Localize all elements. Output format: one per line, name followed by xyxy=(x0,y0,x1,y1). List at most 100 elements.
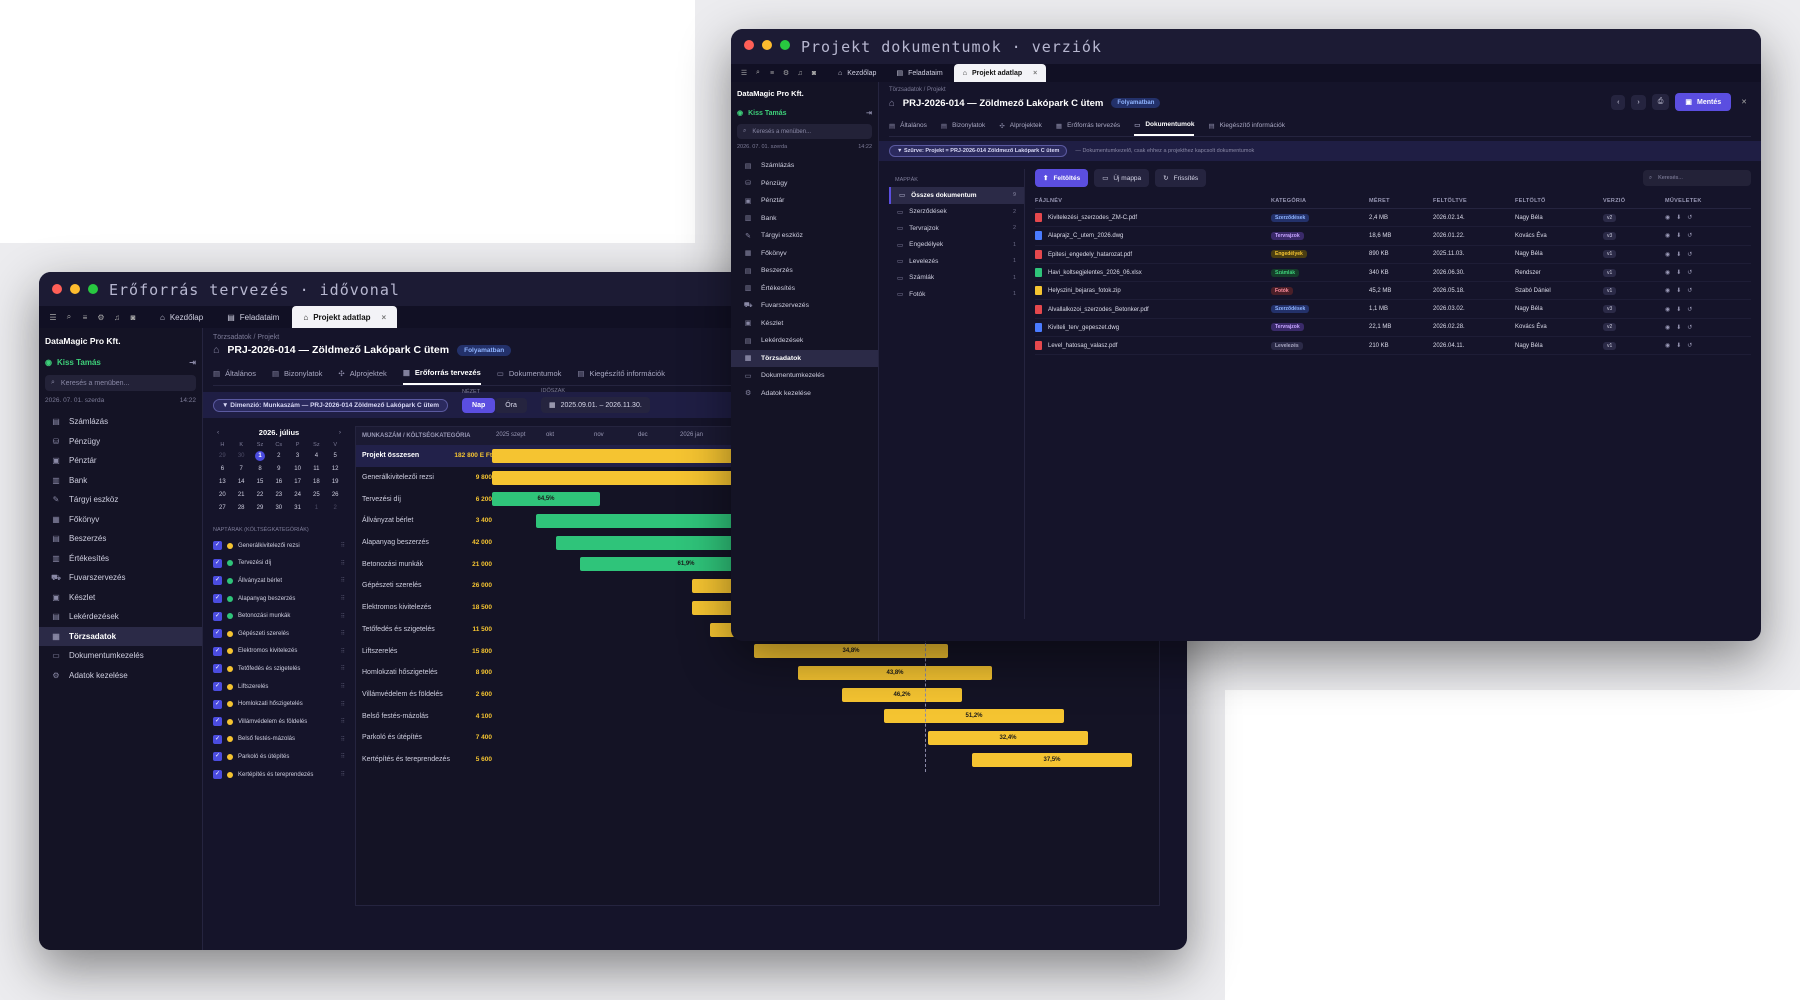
eye-icon[interactable]: ◉ xyxy=(1665,287,1670,294)
calendar-day[interactable]: 7 xyxy=(232,464,251,474)
drag-handle-icon[interactable]: ⠿ xyxy=(341,771,345,778)
table-row[interactable]: Helyszini_bejaras_fotok.zip Fotók 45,2 MB 2… xyxy=(1035,282,1751,301)
menu-icon[interactable]: ☰ xyxy=(45,313,61,322)
sidebar-item-2[interactable]: ▣ Pénztár xyxy=(731,192,878,210)
category-item[interactable]: ✓ Alapanyag beszerzés ⠿ xyxy=(213,590,345,608)
download-icon[interactable]: ⬇ xyxy=(1676,251,1681,258)
prev-record-button[interactable]: ‹ xyxy=(1611,94,1626,110)
gantt-row[interactable]: Kertépítés és tereprendezés 5 600 37,5% xyxy=(356,749,1159,771)
sidebar-item-8[interactable]: ⛟ Fuvarszervezés xyxy=(39,568,202,588)
calendar-day[interactable]: 15 xyxy=(251,477,270,487)
table-row[interactable]: Level_hatosag_valasz.pdf Levelezés 210 KB 2… xyxy=(1035,337,1751,356)
document-search-input[interactable]: ⌕ Keresés... xyxy=(1643,170,1751,186)
calendar-day[interactable]: 21 xyxy=(232,490,251,500)
sidebar-item-12[interactable]: ▭ Dokumentumkezelés xyxy=(39,646,202,666)
upload-button[interactable]: ⬆ Feltöltés xyxy=(1035,169,1089,187)
category-item[interactable]: ✓ Állványzat bérlet ⠿ xyxy=(213,572,345,590)
eye-icon[interactable]: ◉ xyxy=(1665,269,1670,276)
category-item[interactable]: ✓ Tervezési díj ⠿ xyxy=(213,555,345,573)
checkbox-checked-icon[interactable]: ✓ xyxy=(213,664,222,674)
folder-item[interactable]: ▭ Összes dokumentum 9 xyxy=(889,187,1024,204)
sidebar-item-6[interactable]: ▤ Beszerzés xyxy=(39,529,202,549)
checkbox-checked-icon[interactable]: ✓ xyxy=(213,629,222,639)
download-icon[interactable]: ⬇ xyxy=(1676,306,1681,313)
drag-handle-icon[interactable]: ⠿ xyxy=(341,718,345,725)
history-icon[interactable]: ↺ xyxy=(1687,306,1692,313)
folder-item[interactable]: ▭ Fotók 1 xyxy=(889,286,1024,303)
drag-handle-icon[interactable]: ⠿ xyxy=(341,595,345,602)
view-hour-button[interactable]: Óra xyxy=(495,397,527,413)
download-icon[interactable]: ⬇ xyxy=(1676,324,1681,331)
print-button[interactable]: ⎙ xyxy=(1651,94,1670,110)
gantt-bar[interactable]: 34,8% xyxy=(754,644,948,659)
subtab-2[interactable]: ✣ Alprojektek xyxy=(999,115,1042,136)
history-icon[interactable]: ↺ xyxy=(1687,324,1692,331)
sidebar-item-8[interactable]: ⛟ Fuvarszervezés xyxy=(731,297,878,315)
drag-handle-icon[interactable]: ⠿ xyxy=(341,648,345,655)
sidebar-item-7[interactable]: ▥ Értékesítés xyxy=(731,280,878,298)
bell-icon[interactable]: ♫ xyxy=(793,70,807,77)
user-name[interactable]: ◉ Kiss Tamás ⇥ xyxy=(45,358,196,367)
calendar-day[interactable]: 8 xyxy=(251,464,270,474)
history-icon[interactable]: ↺ xyxy=(1687,232,1692,239)
calendar-day[interactable]: 24 xyxy=(288,490,307,500)
category-item[interactable]: ✓ Tetőfedés és szigetelés ⠿ xyxy=(213,660,345,678)
download-icon[interactable]: ⬇ xyxy=(1676,214,1681,221)
download-icon[interactable]: ⬇ xyxy=(1676,342,1681,349)
checkbox-checked-icon[interactable]: ✓ xyxy=(213,734,222,744)
close-dot[interactable] xyxy=(52,284,62,294)
sidebar-item-3[interactable]: ▥ Bank xyxy=(731,210,878,228)
gantt-row[interactable]: Belső festés-mázolás 4 100 51,2% xyxy=(356,705,1159,727)
drag-handle-icon[interactable]: ⠿ xyxy=(341,753,345,760)
subtab-0[interactable]: ▤ Általános xyxy=(889,115,927,136)
calendar-day[interactable]: 22 xyxy=(251,490,270,500)
drag-handle-icon[interactable]: ⠿ xyxy=(341,560,345,567)
sidebar-item-1[interactable]: ⛁ Pénzügy xyxy=(731,175,878,193)
history-icon[interactable]: ↺ xyxy=(1687,269,1692,276)
folder-item[interactable]: ▭ Levelezés 1 xyxy=(889,253,1024,270)
category-item[interactable]: ✓ Liftszerelés ⠿ xyxy=(213,678,345,696)
calendar-day[interactable]: 14 xyxy=(232,477,251,487)
column-header[interactable]: FELTÖLTVE xyxy=(1433,198,1515,204)
save-button[interactable]: ▣ Mentés xyxy=(1675,93,1732,111)
gantt-bar[interactable]: 32,4% xyxy=(928,730,1088,745)
checkbox-checked-icon[interactable]: ✓ xyxy=(213,752,222,762)
drag-handle-icon[interactable]: ⠿ xyxy=(341,630,345,637)
table-row[interactable]: Epitesi_engedely_hatarozat.pdf Engedélyek… xyxy=(1035,246,1751,264)
gantt-bar[interactable]: 64,5% xyxy=(492,492,600,507)
checkbox-checked-icon[interactable]: ✓ xyxy=(213,682,222,692)
tab-home[interactable]: ⌂ Kezdőlap xyxy=(829,64,885,82)
close-icon[interactable]: ✕ xyxy=(1737,98,1751,106)
category-item[interactable]: ✓ Gépészeti szerelés ⠿ xyxy=(213,625,345,643)
next-record-button[interactable]: › xyxy=(1631,94,1646,110)
table-row[interactable]: Alvallalkozoi_szerzodes_Betonker.pdf Szer… xyxy=(1035,300,1751,319)
sidebar-item-10[interactable]: ▤ Lekérdezések xyxy=(731,332,878,350)
new-folder-button[interactable]: ▭ Új mappa xyxy=(1094,169,1150,187)
subtab-3[interactable]: ▦ Erőforrás tervezés xyxy=(1056,115,1120,136)
calendar-day[interactable]: 2 xyxy=(326,503,345,513)
gantt-row[interactable]: Liftszerelés 15 800 34,8% xyxy=(356,640,1159,662)
calendar-day[interactable]: 13 xyxy=(213,477,232,487)
column-header[interactable]: FÁJLNÉV xyxy=(1035,198,1271,204)
gantt-bar[interactable]: 43,8% xyxy=(798,665,992,680)
calendar-day[interactable]: 26 xyxy=(326,490,345,500)
tab-project[interactable]: ⌂ Projekt adatlap × xyxy=(953,64,1047,82)
sidebar-item-11[interactable]: ▦ Törzsadatok xyxy=(39,626,202,646)
calendar-day[interactable]: 16 xyxy=(269,477,288,487)
subtab-4[interactable]: ▭ Dokumentumok xyxy=(1134,115,1195,136)
drag-handle-icon[interactable]: ⠿ xyxy=(341,701,345,708)
sidebar-item-6[interactable]: ▤ Beszerzés xyxy=(731,262,878,280)
checkbox-checked-icon[interactable]: ✓ xyxy=(213,646,222,656)
tab-close-icon[interactable]: × xyxy=(1033,70,1037,77)
calendar-day[interactable]: 12 xyxy=(326,464,345,474)
category-item[interactable]: ✓ Betonozási munkák ⠿ xyxy=(213,607,345,625)
sidebar-item-11[interactable]: ▦ Törzsadatok xyxy=(731,349,878,367)
calendar-day[interactable]: 4 xyxy=(307,451,326,461)
calendar-day[interactable]: 28 xyxy=(232,503,251,513)
sidebar-item-3[interactable]: ▥ Bank xyxy=(39,471,202,491)
category-item[interactable]: ✓ Elektromos kivitelezés ⠿ xyxy=(213,643,345,661)
checkbox-checked-icon[interactable]: ✓ xyxy=(213,558,222,568)
category-item[interactable]: ✓ Villámvédelem és földelés ⠿ xyxy=(213,713,345,731)
sidebar-item-7[interactable]: ▥ Értékesítés xyxy=(39,549,202,569)
download-icon[interactable]: ⬇ xyxy=(1676,232,1681,239)
